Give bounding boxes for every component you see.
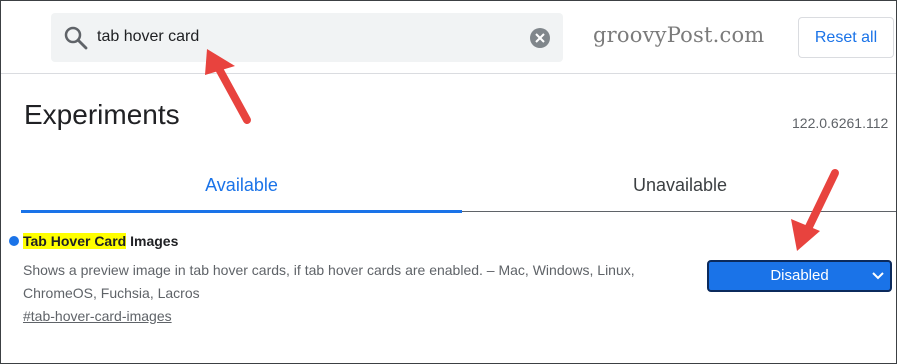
search-icon — [64, 26, 88, 50]
chevron-down-icon — [872, 272, 884, 280]
experiment-description: Shows a preview image in tab hover cards… — [23, 262, 635, 301]
clear-search-icon[interactable] — [530, 28, 550, 48]
version-label: 122.0.6261.112 — [792, 115, 889, 131]
page-title: Experiments — [24, 99, 180, 130]
experiment-title-match: Tab Hover Card — [23, 233, 127, 249]
experiment-state-select[interactable]: Disabled — [707, 260, 892, 292]
experiment-state-value: Disabled — [770, 267, 829, 284]
browser-frame: tab hover card groovyPost.com Reset all … — [0, 0, 897, 364]
modified-dot-icon — [9, 236, 19, 246]
experiment-title-rest: Images — [126, 233, 179, 249]
search-box[interactable]: tab hover card — [51, 13, 563, 62]
tab-available[interactable]: Available — [21, 159, 462, 211]
tab-unavailable[interactable]: Unavailable — [462, 159, 896, 211]
reset-all-button[interactable]: Reset all — [798, 17, 894, 58]
tab-selected-indicator — [21, 210, 462, 213]
tab-bar: Available Unavailable — [1, 159, 896, 213]
search-input[interactable]: tab hover card — [97, 28, 199, 46]
watermark: groovyPost.com — [593, 23, 765, 47]
flags-header: tab hover card groovyPost.com Reset all — [1, 1, 896, 74]
tab-divider — [462, 211, 896, 212]
experiment-title: Tab Hover Card Images — [23, 233, 178, 249]
experiment-permalink[interactable]: #tab-hover-card-images — [23, 308, 172, 324]
